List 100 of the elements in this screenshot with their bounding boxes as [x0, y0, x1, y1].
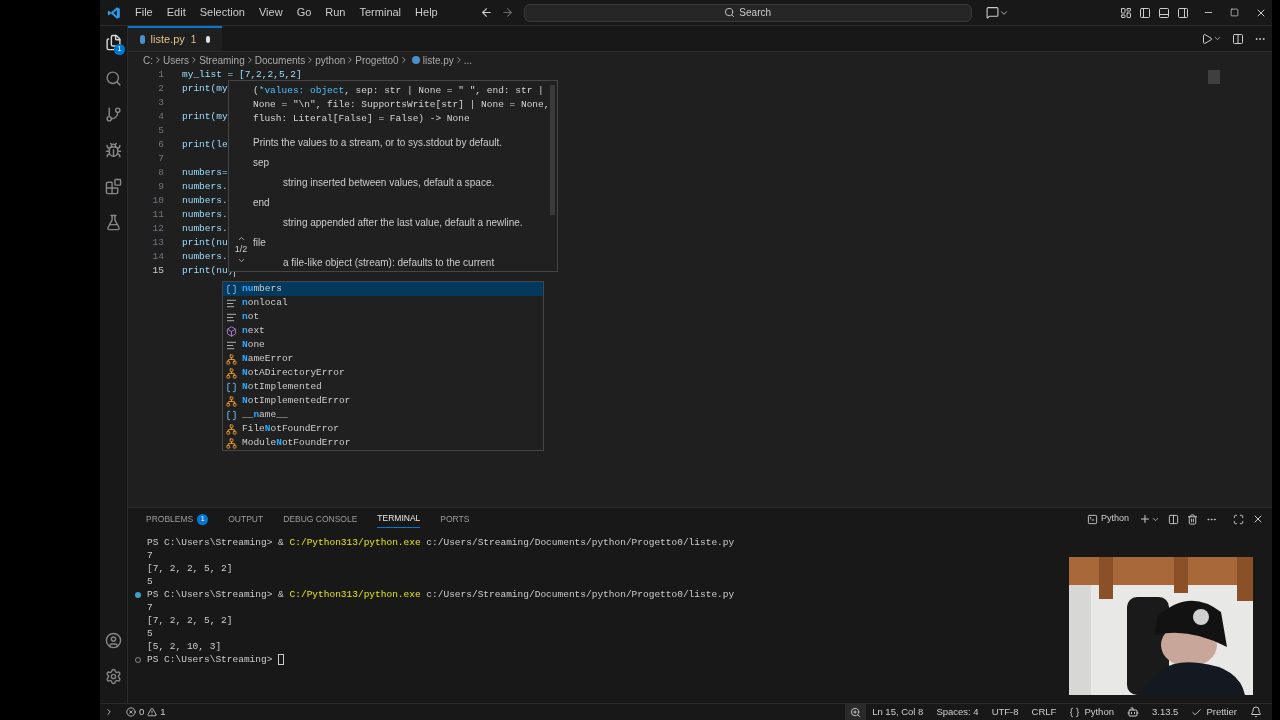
- menu-item[interactable]: Selection: [192, 4, 252, 21]
- back-icon[interactable]: [479, 6, 493, 19]
- account-icon[interactable]: [105, 632, 122, 649]
- close-panel-icon[interactable]: [1252, 513, 1264, 525]
- search-field[interactable]: Search: [523, 3, 972, 22]
- settings-icon[interactable]: [105, 668, 122, 685]
- panel-tab[interactable]: OUTPUT: [228, 510, 264, 528]
- problem-count: 1: [190, 33, 197, 47]
- trash-icon[interactable]: [1187, 513, 1198, 525]
- breadcrumb[interactable]: liste.py: [422, 52, 454, 68]
- suggestion-item[interactable]: FileNotFoundError: [223, 422, 543, 436]
- debug-icon[interactable]: [105, 142, 122, 159]
- class-icon: [226, 395, 237, 407]
- copilot-icon[interactable]: [1126, 706, 1139, 718]
- split-terminal-icon[interactable]: [1168, 513, 1179, 525]
- line-number: 7: [158, 152, 164, 166]
- keyword-icon: [226, 311, 237, 323]
- maximize-icon[interactable]: [1230, 8, 1239, 17]
- suggestion-item[interactable]: next: [223, 324, 543, 338]
- suggestion-item[interactable]: numbers: [223, 282, 543, 296]
- chat-icon[interactable]: [985, 6, 999, 19]
- signature-line: flush: Literal[False] = False) -> None: [253, 112, 471, 126]
- line-number: 4: [158, 110, 164, 124]
- menu-item[interactable]: Go: [289, 4, 319, 21]
- next-icon[interactable]: [236, 256, 246, 265]
- line-number: 5: [158, 124, 164, 138]
- sidebar-toggle-icon[interactable]: [1139, 6, 1151, 19]
- breadcrumb[interactable]: python: [315, 52, 346, 68]
- status-item[interactable]: Spaces: 4: [936, 704, 979, 720]
- description-text: Prints the values to a stream, or to sys.stdout by default.: [253, 136, 503, 150]
- panel-tab[interactable]: DEBUG CONSOLE: [283, 510, 358, 528]
- status-item[interactable]: UTF-8: [991, 704, 1019, 720]
- new-terminal-icon[interactable]: [1139, 513, 1151, 525]
- suggestion-item[interactable]: __name__: [223, 408, 543, 422]
- search-icon[interactable]: [105, 70, 122, 87]
- caret-icon[interactable]: [1213, 34, 1222, 43]
- breadcrumb[interactable]: Users: [163, 52, 190, 68]
- panel-tab[interactable]: TERMINAL: [377, 510, 421, 528]
- chevron-icon: [153, 55, 163, 65]
- suggestion-item[interactable]: NotImplementedError: [223, 394, 543, 408]
- param-name: file: [253, 236, 267, 250]
- suggestion-item[interactable]: not: [223, 310, 543, 324]
- extensions-icon[interactable]: [105, 178, 122, 195]
- secondary-sidebar-icon[interactable]: [1177, 6, 1189, 19]
- files-icon: [105, 34, 122, 51]
- layout-icon[interactable]: [1120, 6, 1132, 19]
- source-control-icon[interactable]: [105, 106, 122, 123]
- testing-icon[interactable]: [105, 214, 122, 231]
- terminal-line: PS C:\Users\Streaming> & C:/Python313/python.exe c:/Users/Streaming/Documents/python/Progetto0/liste.py: [147, 588, 735, 601]
- code-line: numbers.: [182, 250, 228, 264]
- line-number: 9: [158, 180, 164, 194]
- zoom-button[interactable]: [845, 704, 867, 720]
- overload-counter: 1/2: [234, 242, 248, 256]
- problems-status[interactable]: 0 1: [126, 704, 166, 720]
- panel-toggle-icon[interactable]: [1158, 6, 1170, 19]
- suggestion-item[interactable]: ModuleNotFoundError: [223, 436, 543, 450]
- notifications-icon[interactable]: [1250, 706, 1262, 718]
- breadcrumb[interactable]: Streaming: [199, 52, 245, 68]
- code-line: my_list = [7,2,2,5,2]: [182, 68, 302, 82]
- run-icon[interactable]: [1201, 32, 1213, 45]
- suggestion-item[interactable]: NotADirectoryError: [223, 366, 543, 380]
- panel-tab[interactable]: PORTS: [440, 510, 470, 528]
- error-icon: [126, 707, 136, 717]
- suggestion-item[interactable]: nonlocal: [223, 296, 543, 310]
- menu-item[interactable]: View: [251, 4, 290, 21]
- suggestion-item[interactable]: NameError: [223, 352, 543, 366]
- breadcrumb[interactable]: Progetto0: [355, 52, 399, 68]
- menu-item[interactable]: Run: [318, 4, 353, 21]
- status-item[interactable]: CRLF: [1031, 704, 1057, 720]
- braces-icon: [1069, 706, 1081, 718]
- keyword-icon: [226, 297, 237, 309]
- status-item[interactable]: Ln 15, Col 8: [872, 704, 924, 720]
- python-file-icon: [140, 35, 145, 44]
- formatter-status[interactable]: Prettier: [1191, 704, 1237, 720]
- forward-icon[interactable]: [500, 6, 514, 19]
- warning-icon: [147, 707, 158, 717]
- suggestion-item[interactable]: NotImplemented: [223, 380, 543, 394]
- suggestion-item[interactable]: None: [223, 338, 543, 352]
- split-editor-icon[interactable]: [1232, 32, 1244, 45]
- line-number: 1: [158, 68, 164, 82]
- line-number: 10: [152, 194, 164, 208]
- editor-tab[interactable]: liste.py 1: [128, 26, 222, 51]
- language-status[interactable]: Python: [1069, 704, 1114, 720]
- line-number: 6: [158, 138, 164, 152]
- breadcrumb[interactable]: C:: [143, 52, 153, 68]
- code-line: numbers.: [182, 194, 228, 208]
- terminal-selector[interactable]: Python: [1086, 512, 1129, 526]
- breadcrumb[interactable]: ...: [463, 52, 473, 68]
- code-line: print(my: [182, 110, 228, 124]
- zoom-icon: [850, 706, 862, 718]
- param-name: sep: [253, 156, 271, 170]
- menu-item[interactable]: File: [128, 4, 160, 21]
- maximize-panel-icon[interactable]: [1233, 513, 1244, 525]
- status-item[interactable]: 3.13.5: [1151, 704, 1179, 720]
- terminal-line: 5: [147, 627, 153, 640]
- breadcrumb[interactable]: Documents: [254, 52, 306, 68]
- menu-item[interactable]: Edit: [159, 4, 193, 21]
- menu-item[interactable]: Terminal: [352, 4, 409, 21]
- menu-item[interactable]: Help: [408, 4, 445, 21]
- param-doc: string inserted between values, default a space.: [282, 176, 496, 190]
